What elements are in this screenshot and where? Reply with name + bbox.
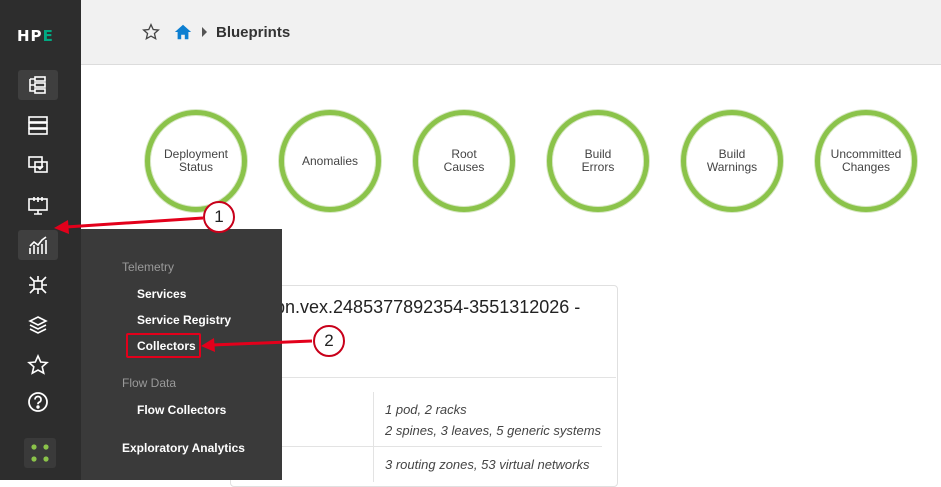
system-count: 2 spines, 3 leaves, 5 generic systems [385,423,602,438]
build-errors-circle[interactable]: Build Errors [547,110,649,212]
menu-item-services[interactable]: Services [137,287,186,301]
deployment-status-circle[interactable]: Deployment Status [145,110,247,212]
menu-header-telemetry: Telemetry [122,260,175,274]
uncommitted-changes-circle[interactable]: Uncommitted Changes [815,110,917,212]
pod-rack-count: 1 pod, 2 racks [385,402,467,417]
analytics-icon[interactable] [18,230,58,260]
menu-header-flow-data: Flow Data [122,376,177,390]
layers-icon[interactable] [18,310,58,340]
divider [282,377,616,378]
build-warnings-circle[interactable]: Build Warnings [681,110,783,212]
collectors-highlight-box [126,333,201,358]
divider [373,392,374,482]
servers-icon[interactable] [18,110,58,140]
help-icon[interactable] [18,387,58,417]
sidebar: HPE [0,0,81,480]
zone-network-count: 3 routing zones, 53 virtual networks [385,457,590,472]
hpe-logo[interactable]: HPE [17,27,54,45]
root-causes-circle[interactable]: Root Causes [413,110,515,212]
menu-item-flow-collectors[interactable]: Flow Collectors [137,403,226,417]
divider [282,446,602,447]
breadcrumb-separator-icon [202,27,207,37]
devices-icon[interactable] [18,150,58,180]
anomalies-circle[interactable]: Anomalies [279,110,381,212]
callout-1: 1 [203,201,235,233]
monitor-icon[interactable] [18,190,58,220]
dashboard-icon[interactable] [18,70,58,100]
breadcrumb-bar [81,0,941,65]
network-icon[interactable] [18,270,58,300]
home-icon[interactable] [174,23,192,46]
favorite-star-icon[interactable] [142,23,160,46]
blueprint-title[interactable]: pn.vex.2485377892354-3551312026 - [275,297,580,318]
callout-2: 2 [313,325,345,357]
apps-grid-button[interactable] [24,438,56,468]
grid-dots-icon [31,444,49,462]
star-icon[interactable] [18,350,58,380]
menu-item-service-registry[interactable]: Service Registry [137,313,231,327]
menu-item-exploratory-analytics[interactable]: Exploratory Analytics [122,441,245,455]
page-title: Blueprints [216,24,291,41]
